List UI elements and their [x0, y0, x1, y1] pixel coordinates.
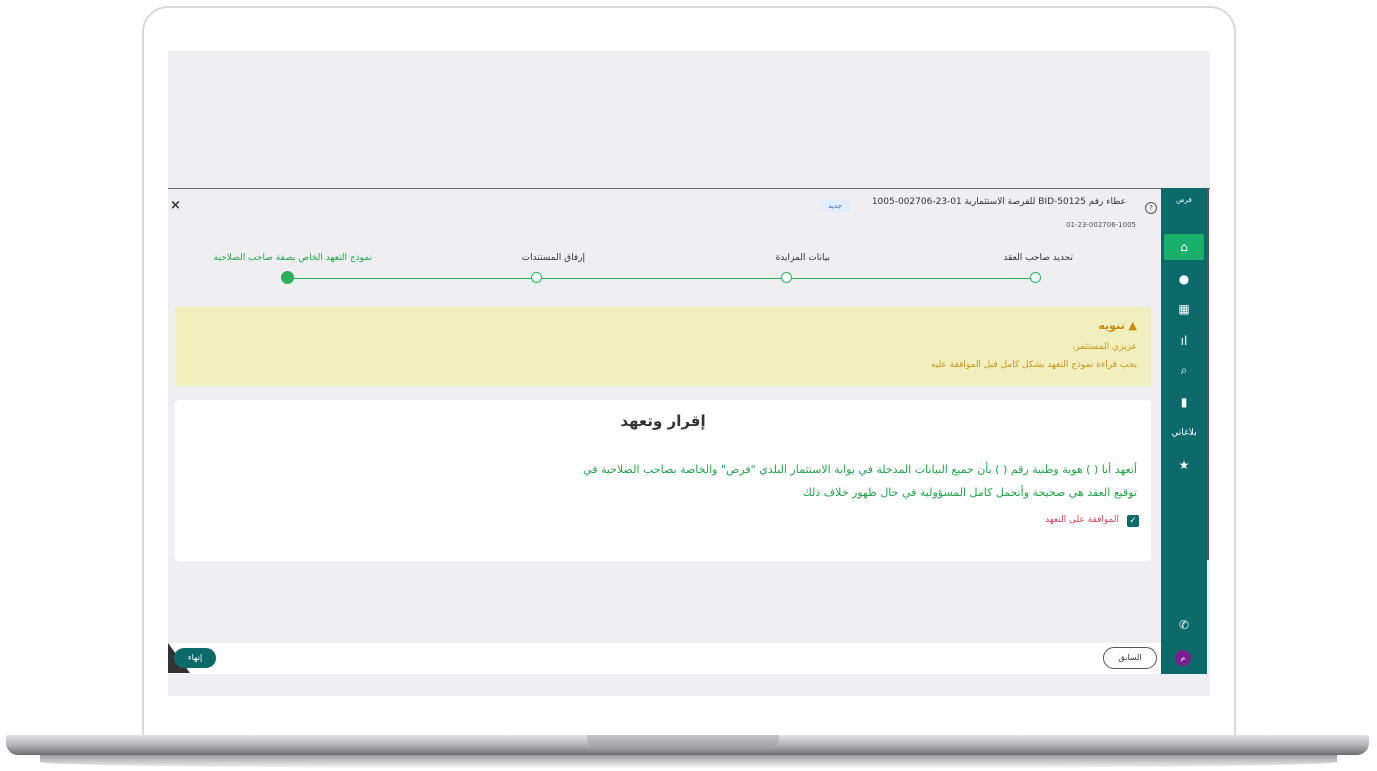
star-icon[interactable]: ★ — [1161, 453, 1207, 477]
laptop-screen: فرص ⌂ ● ▦ ıl ⌕ ▮ بلاغاتي ★ ✆ م × ? عطاء … — [168, 51, 1210, 696]
page-subtitle: 01-23-002706-1005 — [1066, 221, 1136, 229]
step-dot-documents[interactable] — [531, 272, 542, 283]
sidebar: فرص ⌂ ● ▦ ıl ⌕ ▮ بلاغاتي ★ ✆ م — [1161, 188, 1207, 674]
grid-icon[interactable]: ▦ — [1161, 297, 1207, 321]
step-dot-auction[interactable] — [781, 272, 792, 283]
app-logo: فرص — [1176, 196, 1192, 204]
divider — [168, 188, 1210, 189]
close-icon[interactable]: × — [170, 198, 181, 213]
footer-bar — [168, 643, 1161, 674]
laptop-shadow — [40, 755, 1337, 769]
warning-line-2: يجب قراءة نموذج التعهد بشكل كامل قبل الم… — [930, 360, 1137, 370]
declaration-text-line-1: أتعهد أنا ( ) هوية وطنية رقم ( ) بأن جمي… — [583, 463, 1137, 476]
step-dot-declaration[interactable] — [281, 271, 294, 284]
status-badge: جديد — [820, 200, 850, 212]
finish-button[interactable]: إنهاء — [174, 648, 216, 668]
document-icon[interactable]: ▮ — [1161, 390, 1207, 414]
step-label-owner: تحديد صاحب العقد — [1003, 253, 1073, 263]
info-icon[interactable]: ? — [1145, 202, 1157, 214]
sidebar-item-reports[interactable]: بلاغاتي — [1161, 421, 1207, 445]
declaration-title: إقرار وتعهد — [620, 412, 706, 430]
step-label-auction: بيانات المزايدة — [775, 253, 830, 263]
step-label-declaration: نموذج التعهد الخاص بصفة صاحب الصلاحية — [213, 253, 372, 263]
page-title: عطاء رقم BID-50125 للفرصة الاستثمارية 01… — [871, 197, 1126, 207]
declaration-text-line-2: توقيع العقد هي صحيحة وأتحمل كامل المسؤول… — [802, 486, 1137, 499]
step-dot-owner[interactable] — [1030, 272, 1041, 283]
bar-chart-icon[interactable]: ıl — [1161, 329, 1207, 353]
avatar[interactable]: م — [1175, 650, 1191, 666]
step-label-documents: إرفاق المستندات — [521, 253, 585, 263]
laptop-notch — [587, 735, 779, 748]
phone-icon[interactable]: ✆ — [1161, 613, 1207, 637]
warning-title: ▲ تنويه — [1098, 319, 1137, 332]
home-icon[interactable]: ⌂ — [1161, 235, 1207, 259]
warning-banner: ▲ تنويه عزيزي المستثمر، يجب قراءة نموذج … — [175, 307, 1151, 386]
agree-checkbox-label[interactable]: الموافقة على التعهد — [1045, 515, 1119, 525]
divider — [1207, 188, 1209, 560]
declaration-card: إقرار وتعهد أتعهد أنا ( ) هوية وطنية رقم… — [175, 400, 1151, 561]
globe-icon[interactable]: ● — [1161, 267, 1207, 291]
previous-button[interactable]: السابق — [1103, 647, 1157, 669]
warning-line-1: عزيزي المستثمر، — [1072, 342, 1137, 352]
search-icon[interactable]: ⌕ — [1161, 358, 1207, 382]
stepper-track — [288, 278, 1035, 279]
agree-checkbox[interactable]: ✓ — [1127, 515, 1139, 527]
